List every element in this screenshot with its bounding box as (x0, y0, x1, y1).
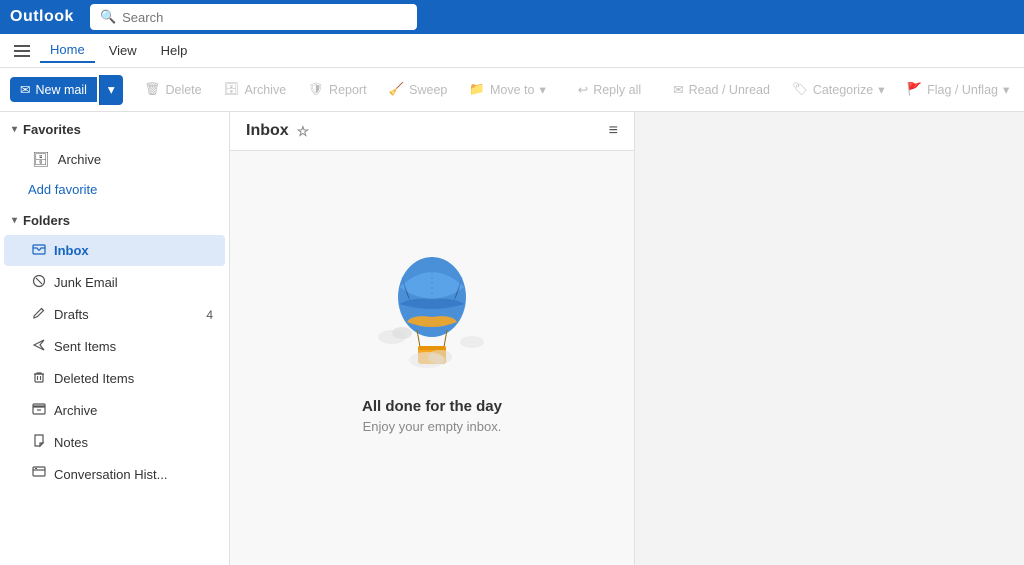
move-to-button[interactable]: 📁 Move to ▾ (459, 77, 555, 102)
archive-fav-icon: 🗄 (32, 151, 50, 168)
sidebar-item-fav-archive[interactable]: 🗄 Archive (4, 144, 225, 175)
sidebar-item-deleted[interactable]: Deleted Items (4, 363, 225, 394)
drafts-icon (32, 306, 46, 323)
new-mail-icon: ✉ (20, 82, 30, 97)
delete-icon: 🗑 (145, 82, 161, 97)
categorize-button[interactable]: 🏷 Categorize ▾ (782, 77, 895, 102)
junk-icon (32, 274, 46, 291)
sidebar-item-deleted-label: Deleted Items (54, 371, 134, 386)
favorites-label: Favorites (23, 122, 81, 137)
search-box: 🔍 (90, 4, 417, 30)
archive-icon: 🗄 (224, 82, 240, 97)
flag-unflag-button[interactable]: 🚩 Flag / Unflag ▾ (897, 77, 1020, 102)
inbox-icon (32, 242, 46, 259)
app-title: Outlook (10, 8, 74, 26)
right-panel (634, 112, 1024, 565)
main-layout: ▾ Favorites 🗄 Archive Add favorite ▾ Fol… (0, 112, 1024, 565)
sidebar-item-junk[interactable]: Junk Email (4, 267, 225, 298)
folders-chevron: ▾ (12, 215, 17, 226)
sidebar-item-inbox[interactable]: Inbox (4, 235, 225, 266)
folders-section-header[interactable]: ▾ Folders (0, 203, 229, 234)
folders-label: Folders (23, 213, 70, 228)
menubar: Home View Help (0, 34, 1024, 68)
filter-icon[interactable]: ≡ (609, 122, 618, 140)
new-mail-dropdown[interactable]: ▾ (99, 75, 123, 105)
menu-home[interactable]: Home (40, 38, 95, 63)
add-favorite-link[interactable]: Add favorite (0, 176, 229, 203)
sidebar-item-notes[interactable]: Notes (4, 427, 225, 458)
sidebar-item-inbox-label: Inbox (54, 243, 89, 258)
notes-icon (32, 434, 46, 451)
empty-title: All done for the day (362, 398, 502, 415)
sidebar-item-notes-label: Notes (54, 435, 88, 450)
categorize-icon: 🏷 (792, 82, 808, 97)
favorites-chevron: ▾ (12, 124, 17, 135)
reply-all-button[interactable]: ↩ Reply all (568, 77, 651, 102)
conversation-icon (32, 466, 46, 483)
toolbar: ✉ New mail ▾ 🗑 Delete 🗄 Archive 🛡 Report… (0, 68, 1024, 112)
deleted-icon (32, 370, 46, 387)
content-title: Inbox ☆ (246, 122, 309, 140)
flag-icon: 🚩 (907, 82, 923, 97)
sweep-button[interactable]: 🧹 Sweep (379, 77, 458, 102)
read-unread-button[interactable]: ✉ Read / Unread (663, 77, 780, 102)
empty-subtitle: Enjoy your empty inbox. (363, 419, 502, 434)
archive-folder-icon (32, 402, 46, 419)
content-panel: Inbox ☆ ≡ (230, 112, 634, 565)
sidebar-item-conversation-label: Conversation Hist... (54, 467, 167, 482)
inbox-title-text: Inbox (246, 122, 289, 140)
sidebar-item-fav-archive-label: Archive (58, 152, 101, 167)
report-button[interactable]: 🛡 Report (298, 77, 376, 102)
report-icon: 🛡 (308, 82, 324, 97)
delete-button[interactable]: 🗑 Delete (135, 77, 212, 102)
sidebar-item-drafts[interactable]: Drafts 4 (4, 299, 225, 330)
search-input[interactable] (122, 10, 407, 25)
drafts-badge: 4 (206, 308, 213, 322)
hamburger-menu[interactable] (8, 39, 36, 63)
move-to-icon: 📁 (469, 82, 485, 97)
sent-icon (32, 338, 46, 355)
star-icon[interactable]: ☆ (297, 123, 310, 140)
content-header: Inbox ☆ ≡ (230, 112, 634, 151)
sidebar-item-archive-label: Archive (54, 403, 97, 418)
archive-button[interactable]: 🗄 Archive (214, 77, 297, 102)
reply-all-icon: ↩ (578, 82, 588, 97)
balloon-illustration (372, 242, 492, 382)
topbar: Outlook 🔍 (0, 0, 1024, 34)
menu-help[interactable]: Help (151, 39, 198, 62)
search-icon: 🔍 (100, 9, 116, 25)
new-mail-button[interactable]: ✉ New mail (10, 77, 97, 102)
sidebar-item-sent-label: Sent Items (54, 339, 116, 354)
sidebar-item-drafts-label: Drafts (54, 307, 89, 322)
empty-state: All done for the day Enjoy your empty in… (230, 151, 634, 565)
menu-view[interactable]: View (99, 39, 147, 62)
sweep-icon: 🧹 (389, 82, 405, 97)
sidebar: ▾ Favorites 🗄 Archive Add favorite ▾ Fol… (0, 112, 230, 565)
sidebar-item-sent[interactable]: Sent Items (4, 331, 225, 362)
sidebar-item-junk-label: Junk Email (54, 275, 118, 290)
sidebar-item-archive[interactable]: Archive (4, 395, 225, 426)
read-unread-icon: ✉ (673, 82, 683, 97)
favorites-section-header[interactable]: ▾ Favorites (0, 112, 229, 143)
sidebar-item-conversation[interactable]: Conversation Hist... (4, 459, 225, 490)
